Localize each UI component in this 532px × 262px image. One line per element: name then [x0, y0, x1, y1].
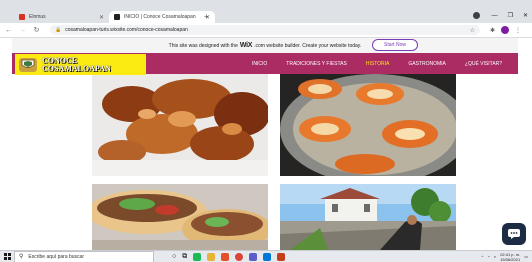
app-icon[interactable] — [263, 252, 272, 261]
windows-start-icon[interactable] — [0, 251, 14, 262]
tab-title: Elnmus — [29, 14, 46, 20]
clock[interactable]: 02:41 p. m. 15/06/2021 — [500, 252, 520, 262]
system-tray: ^ ◔ ◖ 02:41 p. m. 15/06/2021 ▭ — [481, 252, 532, 262]
nav-gastronomia[interactable]: GASTRONOMIA — [408, 61, 446, 67]
reload-icon[interactable]: ↻ — [31, 26, 42, 34]
notifications-icon[interactable]: ▭ — [524, 254, 528, 259]
windows-taskbar: ⚲ Escribe aquí para buscar ○ ⧉ ^ ◔ ◖ 02:… — [0, 250, 532, 262]
back-icon[interactable]: ← — [3, 27, 14, 34]
powerpoint-icon[interactable] — [277, 252, 286, 261]
browser-tab-bar: Elnmus ✕ INICIO | Conoce Cosamaloapan ✕ … — [0, 0, 532, 23]
chat-bubble-icon — [508, 229, 520, 239]
wix-logo: WiX — [239, 42, 253, 49]
start-now-button[interactable]: Start Now — [372, 39, 418, 51]
logo-line-2: COSAMALOAPAN — [42, 63, 111, 73]
search-placeholder: Escribe aquí para buscar — [28, 253, 84, 260]
maximize-icon[interactable]: ❐ — [508, 12, 513, 19]
store-icon[interactable] — [221, 252, 230, 261]
url-text: cosamaloapan-turis.wixsite.com/conoce-co… — [65, 27, 188, 33]
tab-active[interactable]: INICIO | Conoce Cosamaloapan ✕ — [109, 11, 215, 23]
lock-icon[interactable]: 🔒 — [55, 27, 61, 33]
forward-icon[interactable]: → — [17, 27, 28, 34]
spotify-icon[interactable] — [193, 252, 202, 261]
taskbar-apps: ○ ⧉ — [172, 252, 286, 261]
fried-food-photo — [92, 74, 268, 176]
search-icon: ⚲ — [19, 254, 24, 260]
file-explorer-icon[interactable] — [207, 252, 216, 261]
site-logo[interactable]: CONOCE COSAMALOAPAN — [15, 54, 146, 75]
chat-button[interactable] — [502, 223, 526, 245]
tab-inactive[interactable]: Elnmus ✕ — [14, 11, 109, 23]
nav-historia[interactable]: HISTORIA — [366, 61, 390, 67]
banner-text-after: .com website builder. Create your websit… — [254, 42, 362, 49]
address-bar[interactable]: 🔒 cosamaloapan-turis.wixsite.com/conoce-… — [50, 25, 480, 35]
profile-icon[interactable] — [472, 12, 480, 19]
close-window-icon[interactable]: ✕ — [523, 12, 528, 19]
plus-icon[interactable]: + — [204, 11, 209, 23]
task-view-icon[interactable]: ⧉ — [182, 253, 187, 261]
teams-icon[interactable] — [249, 252, 258, 261]
tab-favicon-icon — [114, 14, 120, 20]
tacos-photo — [92, 184, 268, 250]
nav-que-visitar[interactable]: ¿QUÉ VISITAR? — [465, 61, 502, 67]
extensions-icon[interactable]: ✱ — [490, 27, 495, 34]
nav-inicio[interactable]: INICIO — [252, 61, 267, 67]
frying-pan-photo — [280, 74, 456, 176]
site-header: CONOCE COSAMALOAPAN INICIO TRADICIONES Y… — [12, 53, 521, 75]
taskbar-search-input[interactable]: ⚲ Escribe aquí para buscar — [14, 250, 154, 262]
avatar[interactable] — [501, 26, 510, 34]
banner-text: This site was designed with the — [168, 42, 238, 49]
close-icon[interactable]: ✕ — [99, 14, 104, 21]
nav-tradiciones[interactable]: TRADICIONES Y FIESTAS — [286, 61, 347, 67]
extensions-area: ✱ ⋮ — [490, 26, 521, 34]
tab-title: INICIO | Conoce Cosamaloapan — [124, 14, 196, 20]
menu-icon[interactable]: ⋮ — [515, 27, 521, 34]
network-icon[interactable]: ◔ — [487, 254, 489, 259]
browser-toolbar: ← → ↻ 🔒 cosamaloapan-turis.wixsite.com/c… — [0, 23, 532, 38]
volume-icon[interactable]: ◖ — [494, 254, 496, 259]
window-controls: — ❐ ✕ — [472, 12, 528, 19]
town-emblem-icon — [19, 57, 37, 72]
clock-date: 15/06/2021 — [500, 256, 521, 262]
chevron-up-icon[interactable]: ^ — [481, 254, 483, 259]
star-icon[interactable]: ☆ — [470, 27, 475, 34]
tab-favicon-icon — [19, 14, 25, 20]
town-landscape-photo — [280, 184, 456, 250]
logo-text: CONOCE COSAMALOAPAN — [42, 56, 111, 73]
wix-ad-banner: This site was designed with the WiX .com… — [12, 38, 518, 53]
chrome-icon[interactable] — [235, 252, 244, 261]
minimize-icon[interactable]: — — [492, 13, 498, 19]
cortana-icon[interactable]: ○ — [172, 253, 176, 260]
site-nav: INICIO TRADICIONES Y FIESTAS HISTORIA GA… — [252, 53, 521, 74]
